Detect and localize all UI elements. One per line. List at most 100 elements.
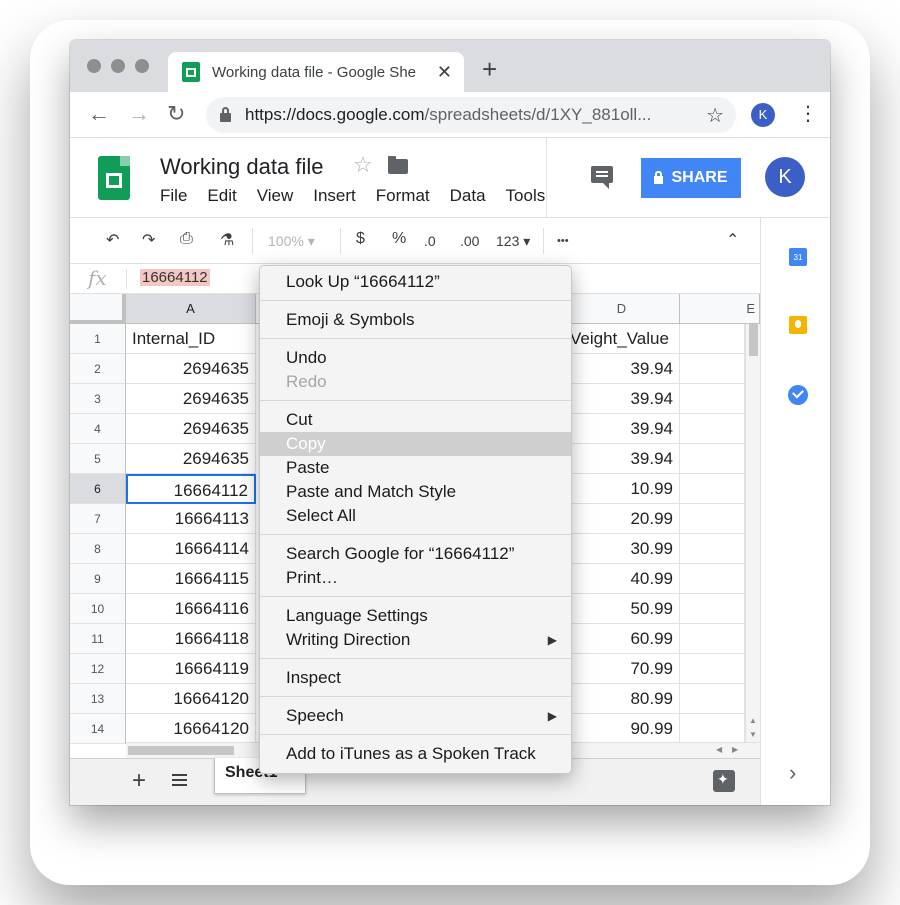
- cell-d[interactable]: 39.94: [564, 354, 680, 384]
- cell-d[interactable]: 50.99: [564, 594, 680, 624]
- row-number[interactable]: 12: [70, 654, 126, 684]
- row-number[interactable]: 4: [70, 414, 126, 444]
- row-number[interactable]: 10: [70, 594, 126, 624]
- cell-a[interactable]: 16664112: [126, 474, 256, 504]
- cell-a[interactable]: 2694635: [126, 444, 256, 474]
- column-a-header-cell[interactable]: Internal_ID: [126, 324, 256, 354]
- undo-icon[interactable]: ↶: [106, 230, 119, 250]
- column-header-d[interactable]: D: [564, 294, 680, 324]
- currency-format-button[interactable]: $: [356, 230, 365, 248]
- document-title[interactable]: Working data file: [160, 154, 323, 180]
- cell-e[interactable]: [680, 624, 745, 654]
- cell-e[interactable]: [680, 444, 745, 474]
- cell-d[interactable]: 60.99: [564, 624, 680, 654]
- reload-icon[interactable]: ↻: [167, 101, 185, 127]
- percent-format-button[interactable]: %: [392, 230, 406, 248]
- all-sheets-icon[interactable]: [172, 774, 187, 786]
- cell-a[interactable]: 16664119: [126, 654, 256, 684]
- cell-e[interactable]: [680, 354, 745, 384]
- row-number[interactable]: 1: [70, 324, 126, 354]
- comments-icon[interactable]: [591, 166, 613, 189]
- menu-item-add-to-itunes-as-a-spoken-track[interactable]: Add to iTunes as a Spoken Track: [260, 742, 571, 766]
- account-avatar[interactable]: K: [765, 157, 805, 197]
- vertical-scrollbar[interactable]: ▲ ▼: [745, 324, 760, 744]
- menu-file[interactable]: File: [160, 186, 187, 206]
- scroll-right-arrow[interactable]: ▶: [732, 745, 738, 754]
- vertical-scroll-thumb[interactable]: [749, 324, 758, 356]
- cell-e[interactable]: [680, 414, 745, 444]
- close-tab-icon[interactable]: ✕: [437, 62, 452, 83]
- scroll-up-arrow[interactable]: ▲: [749, 716, 757, 725]
- collapse-toolbar-icon[interactable]: ⌃: [726, 230, 739, 250]
- decrease-decimal-button[interactable]: .0: [424, 233, 436, 249]
- forward-icon[interactable]: →: [128, 101, 150, 127]
- select-all-corner[interactable]: [70, 294, 126, 324]
- menu-item-writing-direction[interactable]: Writing Direction ▶: [260, 628, 571, 652]
- cell-e[interactable]: [680, 384, 745, 414]
- cell-d[interactable]: 39.94: [564, 444, 680, 474]
- menu-data[interactable]: Data: [450, 186, 486, 206]
- row-number[interactable]: 14: [70, 714, 126, 744]
- share-button[interactable]: SHARE: [641, 158, 741, 198]
- formula-input[interactable]: 16664112: [140, 269, 210, 286]
- scroll-down-arrow[interactable]: ▼: [749, 730, 757, 739]
- menu-item-undo[interactable]: Undo: [260, 346, 571, 370]
- cell-d[interactable]: 40.99: [564, 564, 680, 594]
- menu-item-emoji-symbols[interactable]: Emoji & Symbols: [260, 308, 571, 332]
- cell-e[interactable]: [680, 654, 745, 684]
- menu-item-speech[interactable]: Speech ▶: [260, 704, 571, 728]
- column-d-header-cell[interactable]: Veight_Value: [564, 324, 680, 354]
- menu-item-inspect[interactable]: Inspect: [260, 666, 571, 690]
- new-tab-button[interactable]: +: [482, 56, 497, 82]
- menu-view[interactable]: View: [257, 186, 294, 206]
- cell-a[interactable]: 16664120: [126, 714, 256, 744]
- column-header-a[interactable]: A: [126, 294, 256, 324]
- zoom-select[interactable]: 100% ▾: [268, 233, 315, 250]
- horizontal-scroll-thumb[interactable]: [128, 746, 234, 755]
- cell-d[interactable]: 39.94: [564, 384, 680, 414]
- row-number[interactable]: 13: [70, 684, 126, 714]
- cell-e[interactable]: [680, 504, 745, 534]
- row-number[interactable]: 2: [70, 354, 126, 384]
- row-number[interactable]: 8: [70, 534, 126, 564]
- cell-a[interactable]: 16664114: [126, 534, 256, 564]
- more-formats-select[interactable]: 123 ▾: [496, 233, 530, 250]
- add-sheet-button[interactable]: +: [132, 767, 146, 795]
- cell-d[interactable]: 10.99: [564, 474, 680, 504]
- row-number[interactable]: 3: [70, 384, 126, 414]
- menu-edit[interactable]: Edit: [207, 186, 236, 206]
- cell-a[interactable]: 16664120: [126, 684, 256, 714]
- url-field[interactable]: https://docs.google.com/spreadsheets/d/1…: [206, 97, 736, 133]
- expand-panel-icon[interactable]: ›: [789, 760, 796, 786]
- cell-a[interactable]: 16664113: [126, 504, 256, 534]
- explore-icon[interactable]: [713, 770, 735, 792]
- print-icon[interactable]: ⎙: [180, 230, 193, 248]
- row-number[interactable]: 11: [70, 624, 126, 654]
- cell-e[interactable]: [680, 474, 745, 504]
- cell-d[interactable]: 80.99: [564, 684, 680, 714]
- cell-a[interactable]: 16664116: [126, 594, 256, 624]
- increase-decimal-button[interactable]: .00: [460, 233, 479, 249]
- menu-insert[interactable]: Insert: [313, 186, 356, 206]
- menu-item-copy[interactable]: Copy: [260, 432, 571, 456]
- cell-d[interactable]: 90.99: [564, 714, 680, 744]
- cell-e[interactable]: [680, 714, 745, 744]
- menu-item-print[interactable]: Print…: [260, 566, 571, 590]
- column-header-e[interactable]: E: [680, 294, 760, 324]
- sheets-logo-icon[interactable]: [98, 156, 130, 200]
- menu-item-paste-and-match-style[interactable]: Paste and Match Style: [260, 480, 571, 504]
- cell-e[interactable]: [680, 564, 745, 594]
- menu-item-language-settings[interactable]: Language Settings: [260, 604, 571, 628]
- star-document-icon[interactable]: ☆: [353, 152, 373, 178]
- bookmark-star-icon[interactable]: ☆: [706, 103, 724, 128]
- browser-menu-icon[interactable]: ⋮: [798, 103, 818, 125]
- keep-icon[interactable]: [789, 316, 807, 334]
- row-number[interactable]: 9: [70, 564, 126, 594]
- cell-d[interactable]: 20.99: [564, 504, 680, 534]
- cell-e[interactable]: [680, 324, 745, 354]
- tasks-icon[interactable]: [788, 385, 808, 405]
- cell-a[interactable]: 16664118: [126, 624, 256, 654]
- menu-item-redo[interactable]: Redo: [260, 370, 571, 394]
- redo-icon[interactable]: ↷: [142, 230, 155, 250]
- cell-e[interactable]: [680, 534, 745, 564]
